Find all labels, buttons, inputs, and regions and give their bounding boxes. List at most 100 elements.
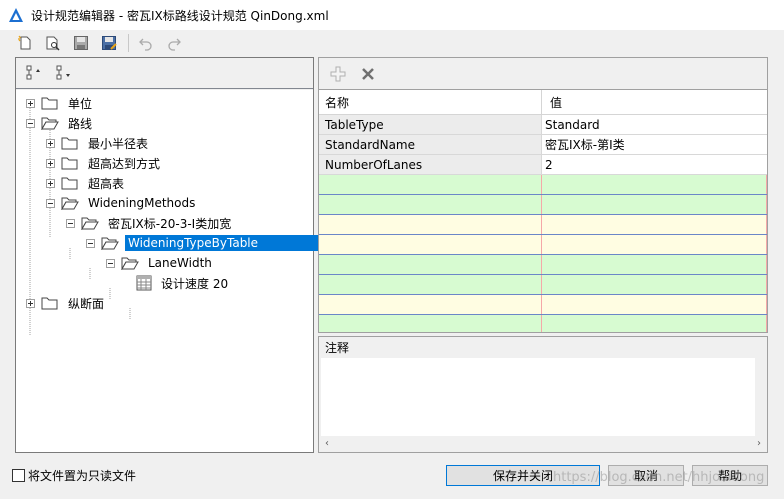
property-name[interactable]: StandardName bbox=[319, 135, 542, 154]
add-property-button[interactable] bbox=[327, 63, 349, 85]
folder-open-icon bbox=[121, 257, 139, 270]
app-logo-icon bbox=[9, 8, 23, 22]
expand-toggle[interactable] bbox=[46, 178, 55, 188]
tree-node-label: 最小半径表 bbox=[88, 136, 149, 151]
empty-row[interactable] bbox=[319, 255, 767, 275]
empty-row[interactable] bbox=[319, 275, 767, 295]
open-file-icon bbox=[46, 36, 60, 51]
folder-icon bbox=[61, 177, 78, 190]
folder-icon bbox=[61, 157, 78, 170]
property-grid[interactable]: 名称 值 TableType Standard StandardName 密瓦I… bbox=[318, 89, 768, 333]
tree-node-label: 设计速度 20 bbox=[161, 276, 229, 291]
property-value[interactable]: 密瓦IX标-第I类 bbox=[542, 135, 767, 154]
redo-icon bbox=[168, 38, 181, 51]
property-value[interactable]: Standard bbox=[542, 115, 767, 134]
readonly-option[interactable]: 将文件置为只读文件 bbox=[12, 467, 136, 484]
table-icon bbox=[136, 275, 152, 291]
tree-node-route[interactable]: 路线 bbox=[26, 113, 95, 133]
undo-icon bbox=[139, 38, 152, 51]
open-file-button[interactable] bbox=[42, 32, 64, 54]
notes-vertical-scrollbar[interactable] bbox=[755, 358, 767, 436]
tree-node-superelevation-table[interactable]: 超高表 bbox=[46, 173, 127, 193]
empty-row[interactable] bbox=[319, 195, 767, 215]
tree-node-label: 单位 bbox=[68, 96, 93, 111]
collapse-all-button[interactable] bbox=[54, 62, 76, 84]
tree-node-widening-class[interactable]: 密瓦IX标-20-3-I类加宽 bbox=[66, 213, 234, 233]
tree-node-label: 路线 bbox=[68, 116, 93, 131]
save-as-icon bbox=[102, 36, 117, 50]
expand-toggle[interactable] bbox=[26, 298, 35, 308]
property-name[interactable]: TableType bbox=[319, 115, 542, 134]
tree-view[interactable]: 单位 路线 最小半径表 超高达到方式 超高表 WideningMethods 密… bbox=[16, 90, 321, 452]
tree-node-label: 密瓦IX标-20-3-I类加宽 bbox=[108, 216, 232, 231]
empty-row[interactable] bbox=[319, 315, 767, 332]
expand-toggle[interactable] bbox=[46, 158, 55, 168]
expand-toggle[interactable] bbox=[46, 138, 55, 148]
collapse-toggle[interactable] bbox=[46, 198, 55, 208]
empty-row[interactable] bbox=[319, 215, 767, 235]
collapse-toggle[interactable] bbox=[86, 238, 95, 248]
tree-node-widening-methods[interactable]: WideningMethods bbox=[46, 193, 198, 213]
folder-open-icon bbox=[81, 217, 99, 230]
property-name[interactable]: NumberOfLanes bbox=[319, 155, 542, 174]
column-header-value[interactable]: 值 bbox=[542, 90, 767, 114]
collapse-toggle[interactable] bbox=[106, 258, 115, 268]
tree-node-label: WideningMethods bbox=[88, 196, 196, 210]
watermark: https://blog.csdn.net/hhjoaidong bbox=[553, 470, 765, 485]
property-toolbar bbox=[318, 57, 768, 89]
new-file-icon bbox=[18, 35, 31, 50]
empty-row[interactable] bbox=[319, 175, 767, 195]
tree-node-units[interactable]: 单位 bbox=[26, 93, 95, 113]
tree-node-superelevation-method[interactable]: 超高达到方式 bbox=[46, 153, 163, 173]
delete-property-button[interactable] bbox=[357, 63, 379, 85]
tree-node-lane-width[interactable]: LaneWidth bbox=[106, 253, 215, 273]
save-button[interactable] bbox=[70, 32, 92, 54]
folder-icon bbox=[41, 97, 58, 110]
tree-node-design-speed[interactable]: 设计速度 20 bbox=[136, 273, 231, 293]
folder-open-icon bbox=[41, 117, 59, 130]
toolbar-separator bbox=[128, 34, 129, 52]
table-row[interactable]: TableType Standard bbox=[319, 115, 767, 135]
tree-node-label: 纵断面 bbox=[68, 296, 105, 311]
delete-icon bbox=[362, 67, 374, 80]
tree-node-label: 超高达到方式 bbox=[88, 156, 161, 171]
tree-node-profile[interactable]: 纵断面 bbox=[26, 293, 107, 313]
save-icon bbox=[74, 36, 88, 50]
collapse-all-icon bbox=[56, 65, 70, 80]
title-bar: 设计规范编辑器 - 密瓦IX标路线设计规范 QinDong.xml bbox=[0, 0, 784, 30]
folder-open-icon bbox=[61, 197, 79, 210]
notes-horizontal-scrollbar[interactable]: ‹ › bbox=[321, 436, 765, 451]
readonly-checkbox[interactable] bbox=[12, 469, 25, 482]
add-icon bbox=[330, 66, 346, 81]
scroll-left-icon[interactable]: ‹ bbox=[325, 438, 329, 449]
scroll-right-icon[interactable]: › bbox=[757, 438, 761, 449]
tree-node-widening-type-by-table[interactable]: WideningTypeByTable bbox=[86, 233, 321, 253]
readonly-label: 将文件置为只读文件 bbox=[28, 469, 137, 483]
new-file-button[interactable] bbox=[14, 32, 36, 54]
table-row[interactable]: StandardName 密瓦IX标-第I类 bbox=[319, 135, 767, 155]
property-value[interactable]: 2 bbox=[542, 155, 767, 174]
tree-node-label: 超高表 bbox=[88, 176, 125, 191]
empty-row[interactable] bbox=[319, 235, 767, 255]
tree-node-label: WideningTypeByTable bbox=[125, 235, 321, 251]
main-toolbar bbox=[0, 30, 784, 56]
column-header-name[interactable]: 名称 bbox=[319, 90, 542, 114]
expand-all-icon bbox=[26, 65, 40, 80]
tree-node-min-radius-table[interactable]: 最小半径表 bbox=[46, 133, 151, 153]
save-as-button[interactable] bbox=[98, 32, 120, 54]
grid-header: 名称 值 bbox=[319, 90, 767, 115]
expand-toggle[interactable] bbox=[26, 98, 35, 108]
empty-row[interactable] bbox=[319, 295, 767, 315]
tree-panel: 单位 路线 最小半径表 超高达到方式 超高表 WideningMethods 密… bbox=[15, 57, 321, 453]
notes-label: 注释 bbox=[325, 340, 350, 355]
undo-button[interactable] bbox=[135, 32, 157, 54]
collapse-toggle[interactable] bbox=[26, 118, 35, 128]
expand-all-button[interactable] bbox=[24, 62, 46, 84]
folder-open-icon bbox=[101, 237, 119, 250]
collapse-toggle[interactable] bbox=[66, 218, 75, 228]
folder-icon bbox=[41, 297, 58, 310]
table-row[interactable]: NumberOfLanes 2 bbox=[319, 155, 767, 175]
redo-button[interactable] bbox=[163, 32, 185, 54]
tree-node-label: LaneWidth bbox=[148, 256, 212, 270]
notes-panel: 注释 ‹ › bbox=[318, 336, 768, 453]
